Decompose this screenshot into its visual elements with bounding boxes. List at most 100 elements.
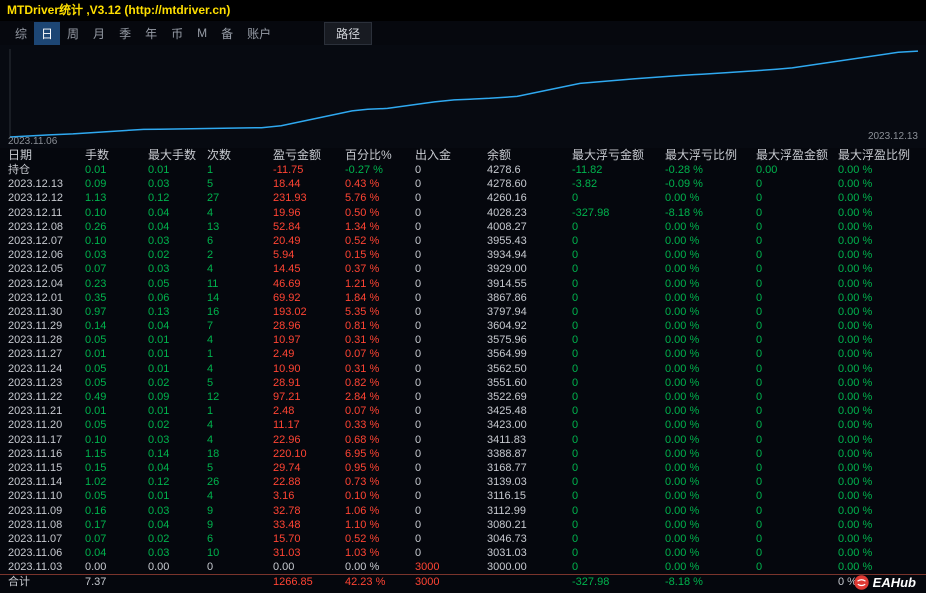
table-cell: 0.03 [148, 504, 207, 518]
table-cell: 32.78 [273, 504, 345, 518]
table-cell: 2023.11.06 [8, 546, 85, 560]
table-row[interactable]: 2023.11.141.020.122622.880.73 %03139.030… [0, 475, 926, 489]
table-cell: 0.43 % [345, 177, 415, 191]
column-header: 最大手数 [148, 148, 207, 163]
table-row[interactable]: 2023.12.080.260.041352.841.34 %04008.270… [0, 220, 926, 234]
table-row[interactable]: 2023.11.210.010.0112.480.07 %03425.4800.… [0, 404, 926, 418]
table-row[interactable]: 2023.11.150.150.04529.740.95 %03168.7700… [0, 461, 926, 475]
table-cell: 12 [207, 390, 273, 404]
tab-备[interactable]: 备 [214, 22, 240, 45]
table-cell: 0.00 % [665, 191, 756, 205]
table-cell: 31.03 [273, 546, 345, 560]
table-row[interactable]: 2023.12.070.100.03620.490.52 %03955.4300… [0, 234, 926, 248]
table-row[interactable]: 2023.12.121.130.1227231.935.76 %04260.16… [0, 191, 926, 205]
table-cell: 2023.12.07 [8, 234, 85, 248]
table-cell: -327.98 [572, 206, 665, 220]
table-row[interactable]: 2023.11.161.150.1418220.106.95 %03388.87… [0, 447, 926, 461]
table-cell: 3797.94 [487, 305, 572, 319]
table-row[interactable]: 2023.12.050.070.03414.450.37 %03929.0000… [0, 262, 926, 276]
table-row[interactable]: 2023.11.090.160.03932.781.06 %03112.9900… [0, 504, 926, 518]
table-cell: 0.00 % [838, 291, 926, 305]
table-cell: 0.00 % [665, 447, 756, 461]
table-cell: 0.15 [85, 461, 148, 475]
table-cell: 0.05 [85, 489, 148, 503]
table-cell: 2 [207, 248, 273, 262]
table-cell: 9 [207, 504, 273, 518]
table-cell: 2023.11.24 [8, 362, 85, 376]
table-cell: 0.02 [148, 376, 207, 390]
table-cell: 0.00 [148, 560, 207, 574]
table-cell: 5.76 % [345, 191, 415, 205]
table-row[interactable]: 2023.11.060.040.031031.031.03 %03031.030… [0, 546, 926, 560]
table-row[interactable]: 2023.12.130.090.03518.440.43 %04278.60-3… [0, 177, 926, 191]
table-row[interactable]: 2023.11.300.970.1316193.025.35 %03797.94… [0, 305, 926, 319]
table-cell: 2023.11.14 [8, 475, 85, 489]
table-cell: 0.04 [148, 461, 207, 475]
table-cell: 0 [415, 305, 487, 319]
tab-综[interactable]: 综 [8, 22, 34, 45]
table-cell: 0.00 % [838, 461, 926, 475]
table-cell: 0.04 [148, 319, 207, 333]
tab-年[interactable]: 年 [138, 22, 164, 45]
table-cell: 0 [415, 347, 487, 361]
table-cell: 0 [572, 447, 665, 461]
table-cell: 0 [415, 277, 487, 291]
table-cell: 0.01 [148, 489, 207, 503]
table-cell: 0.31 % [345, 333, 415, 347]
table-cell: 0 [756, 560, 838, 574]
table-row[interactable]: 2023.11.030.000.0000.000.00 %30003000.00… [0, 560, 926, 574]
eahub-watermark[interactable]: EAHub [854, 575, 916, 590]
table-cell: 2023.11.21 [8, 404, 85, 418]
table-cell: 0 [572, 305, 665, 319]
table-row[interactable]: 2023.11.080.170.04933.481.10 %03080.2100… [0, 518, 926, 532]
path-button[interactable]: 路径 [324, 22, 372, 45]
table-cell: 231.93 [273, 191, 345, 205]
table-row[interactable]: 2023.11.220.490.091297.212.84 %03522.690… [0, 390, 926, 404]
table-cell: 3551.60 [487, 376, 572, 390]
table-cell: 1.34 % [345, 220, 415, 234]
table-row[interactable]: 2023.11.070.070.02615.700.52 %03046.7300… [0, 532, 926, 546]
tab-季[interactable]: 季 [112, 22, 138, 45]
tab-M[interactable]: M [190, 23, 214, 43]
table-row[interactable]: 2023.11.240.050.01410.900.31 %03562.5000… [0, 362, 926, 376]
table-cell: 1.15 [85, 447, 148, 461]
table-row[interactable]: 2023.12.040.230.051146.691.21 %03914.550… [0, 277, 926, 291]
table-row[interactable]: 2023.11.230.050.02528.910.82 %03551.6000… [0, 376, 926, 390]
table-cell: 0 [572, 376, 665, 390]
table-row[interactable]: 2023.11.100.050.0143.160.10 %03116.1500.… [0, 489, 926, 503]
tab-月[interactable]: 月 [86, 22, 112, 45]
table-cell: 16 [207, 305, 273, 319]
tab-币[interactable]: 币 [164, 22, 190, 45]
tab-日[interactable]: 日 [34, 22, 60, 45]
table-cell: 0 [572, 504, 665, 518]
table-row[interactable]: 2023.12.110.100.04419.960.50 %04028.23-3… [0, 206, 926, 220]
table-cell: 0 [572, 347, 665, 361]
table-row[interactable]: 2023.11.270.010.0112.490.07 %03564.9900.… [0, 347, 926, 361]
table-cell: 26 [207, 475, 273, 489]
table-cell: 0 [572, 418, 665, 432]
table-cell: 1.06 % [345, 504, 415, 518]
table-cell: 0.52 % [345, 532, 415, 546]
table-cell: 0 [756, 220, 838, 234]
column-header: 最大浮盈金额 [756, 148, 838, 163]
table-cell: 11.17 [273, 418, 345, 432]
table-row[interactable]: 2023.11.280.050.01410.970.31 %03575.9600… [0, 333, 926, 347]
tab-账户[interactable]: 账户 [240, 22, 278, 45]
table-cell: 0.00 % [665, 475, 756, 489]
table-cell: 0.00 % [665, 319, 756, 333]
table-cell: 0.04 [148, 206, 207, 220]
table-cell: 18 [207, 447, 273, 461]
table-cell: 0.00 % [838, 220, 926, 234]
table-row[interactable]: 2023.12.060.030.0225.940.15 %03934.9400.… [0, 248, 926, 262]
table-row[interactable]: 2023.11.290.140.04728.960.81 %03604.9200… [0, 319, 926, 333]
table-cell: 193.02 [273, 305, 345, 319]
table-cell: 0.00 % [665, 560, 756, 574]
table-row[interactable]: 持仓0.010.011-11.75-0.27 %04278.6-11.82-0.… [0, 163, 926, 177]
table-cell: 0.95 % [345, 461, 415, 475]
table-row[interactable]: 2023.11.170.100.03422.960.68 %03411.8300… [0, 433, 926, 447]
table-cell: 0.14 [85, 319, 148, 333]
tab-周[interactable]: 周 [60, 22, 86, 45]
table-row[interactable]: 2023.12.010.350.061469.921.84 %03867.860… [0, 291, 926, 305]
table-cell: 4008.27 [487, 220, 572, 234]
table-row[interactable]: 2023.11.200.050.02411.170.33 %03423.0000… [0, 418, 926, 432]
